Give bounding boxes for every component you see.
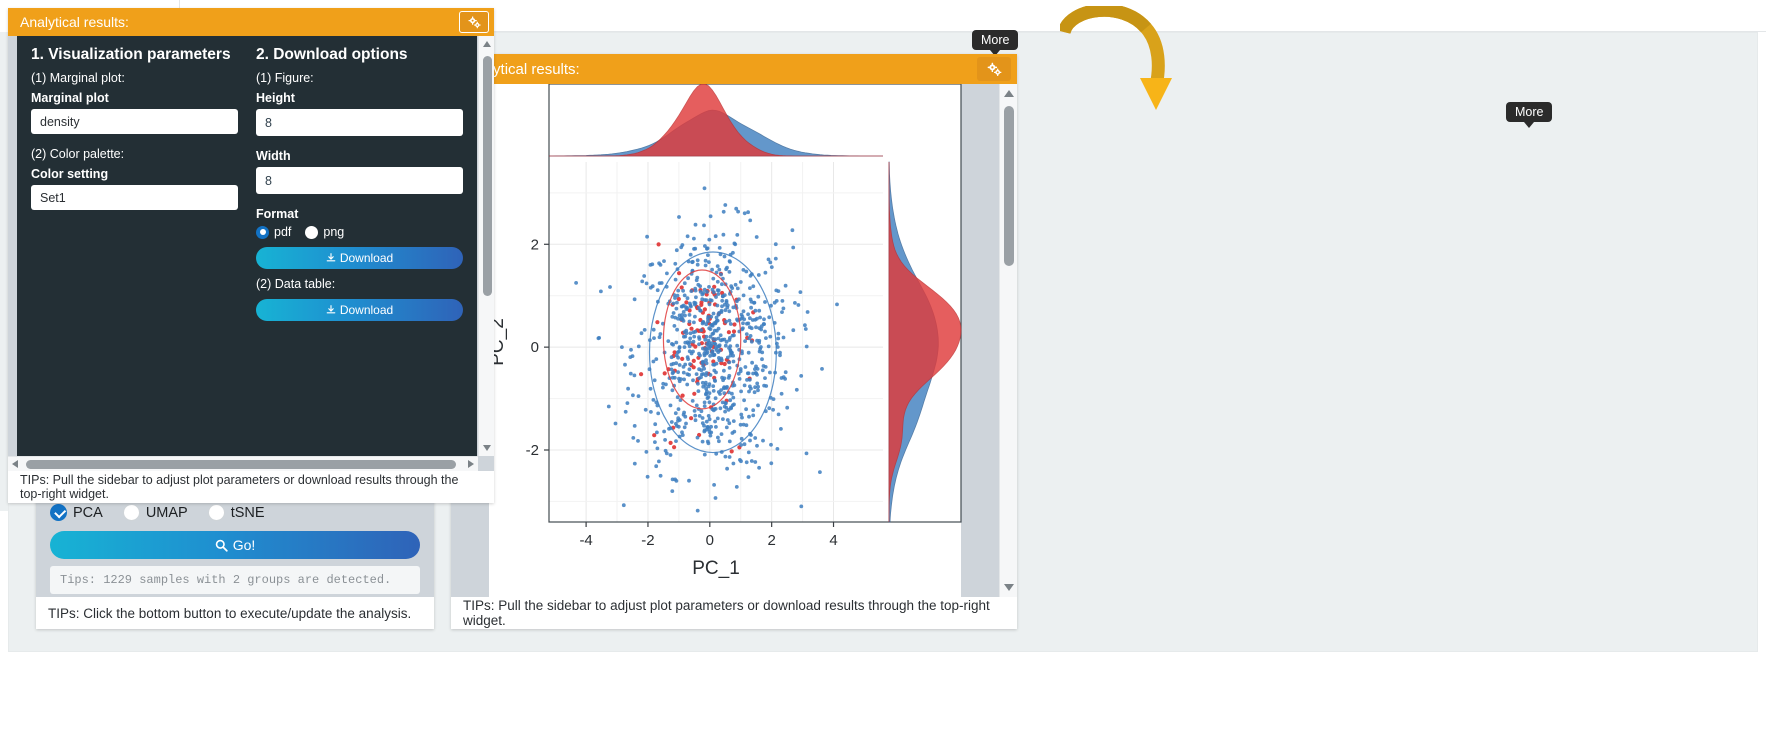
popup-settings-button[interactable] <box>459 11 489 33</box>
results-card: Analytical results: -4 -2 0 2 4 -2 0 2 P… <box>451 54 1017 629</box>
color-palette-sub: (2) Color palette: <box>31 147 125 161</box>
download-table-button[interactable]: Download <box>256 299 463 321</box>
scroll-thumb-horizontal[interactable] <box>26 460 456 469</box>
figure-sub: (1) Figure: <box>256 71 314 85</box>
radio-pca[interactable]: PCA <box>50 504 103 521</box>
gear-icon <box>468 16 481 28</box>
height-input[interactable]: 8 <box>256 109 463 136</box>
scroll-thumb[interactable] <box>482 56 492 296</box>
results-footer-text: TIPs: Pull the sidebar to adjust plot pa… <box>463 598 990 628</box>
pca-scatter-plot: -4-2024-202PC_1PC_2normaltumor <box>487 84 962 598</box>
more-tooltip-mid: More <box>972 30 1019 56</box>
radio-umap[interactable]: UMAP <box>122 504 188 521</box>
popup-footer-text: TIPs: Pull the sidebar to adjust plot pa… <box>20 473 459 501</box>
download-figure-button[interactable]: Download <box>256 247 463 269</box>
visualization-parameters-heading: 1. Visualization parameters <box>31 46 231 63</box>
results-card-header: Analytical results: <box>451 54 1017 84</box>
download-icon <box>326 253 336 262</box>
samples-tip: Tips: 1229 samples with 2 groups are det… <box>50 566 420 594</box>
marginal-plot-sub: (1) Marginal plot: <box>31 71 125 85</box>
scroll-down-icon[interactable] <box>482 445 491 451</box>
app-root: Dimension reduction Quick TCGA Analysis:… <box>0 0 1766 739</box>
radio-pdf-label: pdf <box>274 225 292 239</box>
more-tooltip-popup-label: More <box>1515 105 1544 119</box>
svg-text:-2: -2 <box>526 442 539 459</box>
radio-png-label: png <box>323 225 345 239</box>
svg-text:2: 2 <box>531 236 539 253</box>
more-tooltip-popup: More <box>1506 102 1553 128</box>
width-input[interactable]: 8 <box>256 167 463 194</box>
scroll-thumb[interactable] <box>1004 106 1014 266</box>
radio-umap-label: UMAP <box>145 504 188 521</box>
parameters-card-footer: TIPs: Click the bottom button to execute… <box>36 597 434 629</box>
download-options-heading: 2. Download options <box>256 46 408 63</box>
go-button[interactable]: Go! <box>50 531 420 559</box>
results-popup-card: Analytical results: 1. Visualization par… <box>8 8 494 503</box>
scroll-right-icon[interactable] <box>468 460 474 468</box>
visualization-parameters-column: 1. Visualization parameters (1) Marginal… <box>31 46 238 456</box>
color-setting-value: Set1 <box>40 190 66 205</box>
plot-container: -4-2024-202PC_1PC_2normaltumor <box>451 84 999 597</box>
settings-sidebar: 1. Visualization parameters (1) Marginal… <box>17 36 477 456</box>
scroll-up-icon[interactable] <box>482 41 491 47</box>
radio-png[interactable]: png <box>305 225 344 239</box>
format-radio-group: pdf png <box>256 225 463 239</box>
samples-tip-text: Tips: 1229 samples with 2 groups are det… <box>60 573 392 587</box>
height-label: Height <box>256 91 295 105</box>
download-table-label: Download <box>339 303 394 317</box>
go-button-label: Go! <box>232 537 256 553</box>
annotation-arrow-icon <box>1060 6 1172 110</box>
radio-pdf-dot <box>256 225 269 239</box>
popup-card-title: Analytical results: <box>20 14 129 30</box>
more-tooltip-mid-label: More <box>981 33 1010 47</box>
download-icon <box>326 305 336 314</box>
radio-pca-label: PCA <box>73 504 103 521</box>
marginal-plot-label: Marginal plot <box>31 91 109 105</box>
results-card-body: -4-2024-202PC_1PC_2normaltumor <box>451 84 1017 597</box>
popup-card-footer: TIPs: Pull the sidebar to adjust plot pa… <box>8 471 494 503</box>
scroll-down-icon[interactable] <box>1003 584 1014 591</box>
radio-pca-check <box>50 504 67 521</box>
popup-vertical-scrollbar[interactable] <box>478 36 494 456</box>
height-value: 8 <box>265 115 272 130</box>
radio-pdf[interactable]: pdf <box>256 225 291 239</box>
radio-umap-check <box>122 504 140 521</box>
marginal-plot-select[interactable]: density <box>31 109 238 134</box>
svg-text:normal: normal <box>672 597 718 598</box>
popup-card-body: normal tumor 1. Visualization parameters <box>8 36 494 471</box>
svg-text:2: 2 <box>767 532 775 549</box>
radio-tsne-label: tSNE <box>230 504 265 521</box>
search-icon <box>215 539 228 552</box>
svg-text:PC_1: PC_1 <box>692 558 740 579</box>
download-options-column: 2. Download options (1) Figure: Height 8… <box>256 46 463 456</box>
svg-text:-4: -4 <box>579 532 592 549</box>
results-card-footer: TIPs: Pull the sidebar to adjust plot pa… <box>451 597 1017 629</box>
gear-icon <box>987 62 1001 76</box>
format-label: Format <box>256 207 299 221</box>
svg-text:0: 0 <box>531 339 539 356</box>
svg-text:4: 4 <box>829 532 837 549</box>
results-settings-button[interactable] <box>977 57 1011 81</box>
parameters-footer-text: TIPs: Click the bottom button to execute… <box>48 605 412 621</box>
svg-text:-2: -2 <box>641 532 654 549</box>
results-popup-wrapper: Analytical results: 1. Visualization par… <box>0 0 502 511</box>
color-setting-select[interactable]: Set1 <box>31 185 238 210</box>
radio-tsne[interactable]: tSNE <box>207 504 265 521</box>
radio-tsne-check <box>207 504 225 521</box>
color-setting-label: Color setting <box>31 167 109 181</box>
results-vertical-scrollbar[interactable] <box>999 84 1017 597</box>
svg-text:0: 0 <box>706 532 714 549</box>
svg-text:tumor: tumor <box>780 597 818 598</box>
marginal-plot-value: density <box>40 114 80 129</box>
popup-card-header: Analytical results: <box>8 8 494 36</box>
scroll-up-icon[interactable] <box>1003 90 1014 97</box>
dr-method-radio-group: PCA UMAP tSNE <box>50 504 420 521</box>
popup-horizontal-scrollbar[interactable] <box>8 456 478 471</box>
width-value: 8 <box>265 173 272 188</box>
download-figure-label: Download <box>339 251 394 265</box>
data-table-sub: (2) Data table: <box>256 277 336 291</box>
width-label: Width <box>256 149 291 163</box>
scroll-left-icon[interactable] <box>12 460 18 468</box>
radio-png-dot <box>305 225 319 239</box>
